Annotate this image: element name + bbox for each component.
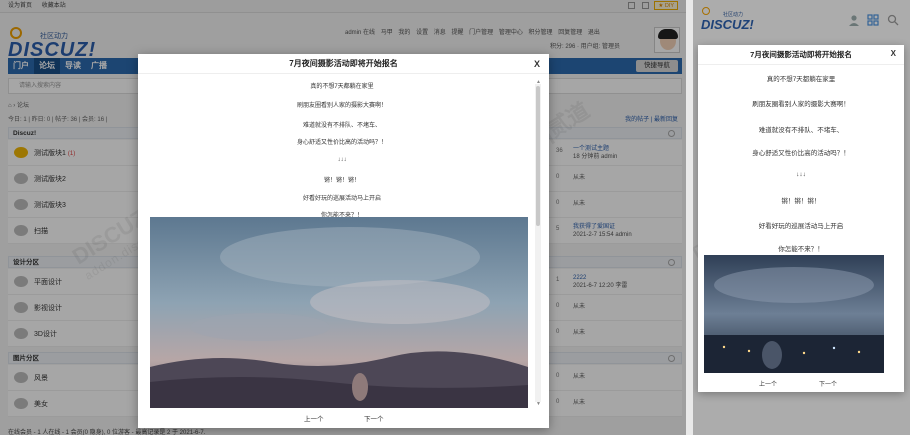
- modal-text-line: 你怎能不来？！: [778, 246, 824, 253]
- mobile-view: 社区动力 DISCUZ! DISCUZ!应用中心|贰道addon.dismall…: [693, 0, 910, 435]
- scroll-up-icon[interactable]: ▲: [536, 79, 541, 85]
- desktop-view: 设为首页 收藏本站 ★ DIY 社区动力 DISCUZ! admin 在线 马甲…: [0, 0, 686, 435]
- night-sky-photo: [150, 217, 528, 408]
- activity-modal: 7月夜间摄影活动即将开始报名 X 真的不想7天都躺在家里 刷朋友圈看别人家的摄影…: [698, 45, 904, 392]
- modal-text-line: 真的不想7天都躺在家里: [766, 76, 836, 83]
- modal-text-line: 刷朋友圈看别人家的摄影大赛啊！: [296, 103, 387, 109]
- close-icon[interactable]: X: [891, 49, 896, 58]
- modal-text-line: 锵！锵！锵！: [323, 178, 360, 184]
- modal-text-line: ↓↓↓: [796, 171, 806, 178]
- next-button[interactable]: 下一个: [364, 413, 384, 423]
- scroll-down-icon[interactable]: ▼: [536, 401, 541, 407]
- close-icon[interactable]: X: [534, 58, 540, 70]
- prev-button[interactable]: 上一个: [759, 379, 777, 388]
- modal-text-line: 锵！锵！锵！: [781, 198, 821, 205]
- modal-text-line: 真的不想7天都躺在家里: [310, 84, 374, 90]
- modal-scrollbar[interactable]: ▲ ▼: [535, 79, 541, 407]
- activity-photo: [704, 255, 884, 373]
- activity-modal: 7月夜间摄影活动即将开始报名 X 真的不想7天都躺在家里 刷朋友圈看别人家的摄影…: [138, 54, 549, 428]
- modal-title: 7月夜间摄影活动即将开始报名: [698, 45, 904, 65]
- modal-text-line: 身心舒适又性价比高的活动吗？！: [752, 150, 850, 157]
- next-button[interactable]: 下一个: [819, 379, 837, 388]
- modal-text-line: 刷朋友圈看别人家的摄影大赛啊！: [752, 101, 850, 108]
- modal-body: 真的不想7天都躺在家里 刷朋友圈看别人家的摄影大赛啊！ 难道就没有不排队、不堵车…: [150, 78, 538, 408]
- modal-text-line: 难道就没有不排队、不堵车、: [302, 123, 381, 129]
- activity-photo: [150, 217, 528, 408]
- modal-text-line: 好看好玩的巡展活动马上开启: [302, 196, 381, 202]
- modal-pagination: 上一个 下一个: [138, 410, 549, 424]
- modal-text-line: 好看好玩的巡展活动马上开启: [758, 223, 844, 230]
- screenshot-stage: 设为首页 收藏本站 ★ DIY 社区动力 DISCUZ! admin 在线 马甲…: [0, 0, 910, 435]
- night-city-photo: [704, 255, 884, 373]
- modal-text-line: 难道就没有不排队、不堵车、: [758, 127, 844, 134]
- modal-text-line: 身心舒适又性价比高的活动吗？！: [296, 140, 387, 146]
- prev-button[interactable]: 上一个: [304, 413, 324, 423]
- modal-text-line: ↓↓↓: [337, 157, 347, 163]
- modal-title: 7月夜间摄影活动即将开始报名: [138, 54, 549, 74]
- scroll-thumb[interactable]: [536, 86, 540, 226]
